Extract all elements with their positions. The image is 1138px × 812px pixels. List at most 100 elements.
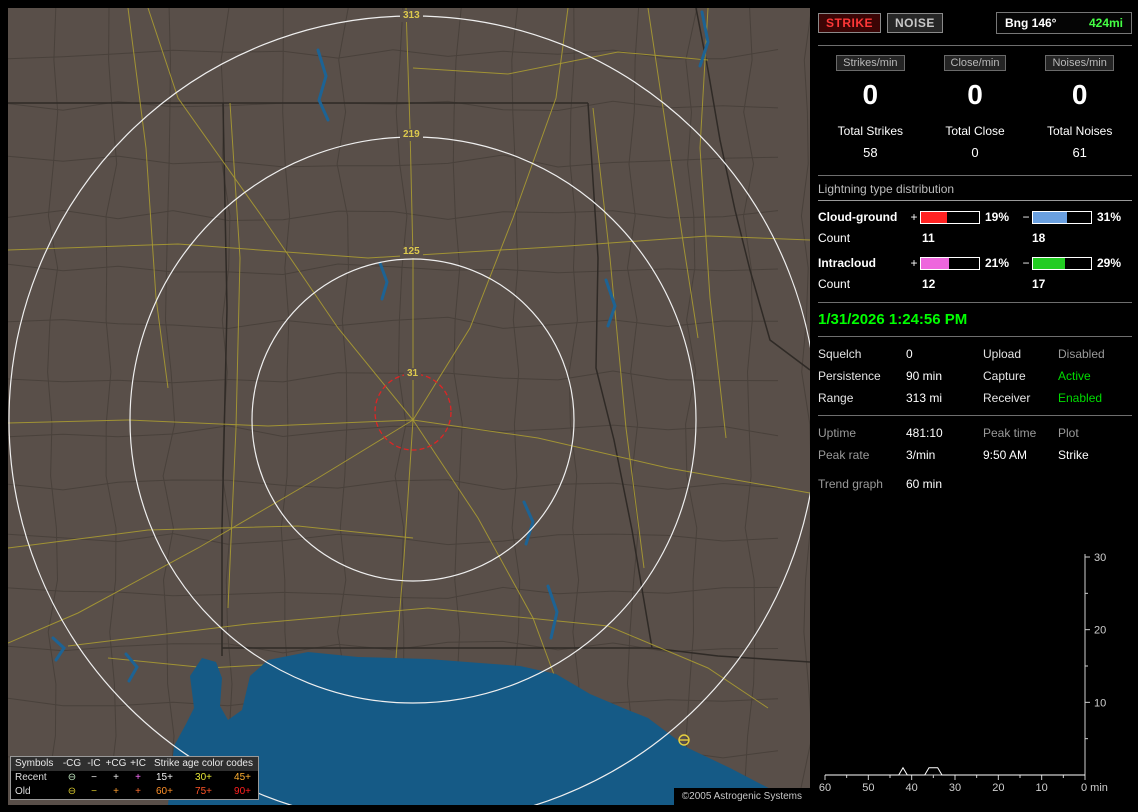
age-code: 60+ bbox=[156, 786, 173, 797]
svg-text:20: 20 bbox=[992, 782, 1004, 794]
plot-label: Plot bbox=[1058, 426, 1079, 440]
old-neg-ic-icon: − bbox=[91, 786, 97, 797]
trend-graph-row: Trend graph 60 min bbox=[818, 472, 1132, 496]
range-label: Range bbox=[818, 391, 854, 405]
svg-text:30: 30 bbox=[1094, 552, 1106, 564]
strikes-per-min-value: 0 bbox=[862, 79, 879, 110]
cloud-ground-count-row: Count 11 18 bbox=[818, 231, 1132, 245]
plus-sign: + bbox=[910, 256, 918, 270]
uptime-value: 481:10 bbox=[906, 426, 943, 440]
range-ring-label: 313 bbox=[400, 10, 423, 22]
status-panel: STRIKE NOISE Bng 146° 424mi Strikes/min … bbox=[818, 8, 1132, 805]
pos-cg-bar-fill bbox=[921, 211, 948, 223]
uptime-label: Uptime bbox=[818, 426, 857, 440]
rate-counters: Strikes/min 0 Total Strikes 58 Close/min… bbox=[818, 46, 1132, 175]
age-code: 75+ bbox=[195, 786, 212, 797]
range-setting-value: 313 mi bbox=[906, 391, 943, 405]
strike-mode-button[interactable]: STRIKE bbox=[818, 13, 882, 33]
upload-status: Disabled bbox=[1058, 347, 1105, 361]
cloud-ground-label: Cloud-ground bbox=[818, 210, 898, 224]
pos-ic-bar-fill bbox=[921, 257, 949, 269]
svg-text:10: 10 bbox=[1094, 697, 1106, 709]
minus-sign: − bbox=[1022, 256, 1030, 270]
age-code: 45+ bbox=[234, 772, 251, 783]
close-per-min-label: Close/min bbox=[943, 55, 1007, 71]
legend-row-label: Old bbox=[15, 786, 31, 797]
old-pos-cg-icon: + bbox=[113, 786, 119, 797]
count-label: Count bbox=[818, 231, 851, 245]
squelch-label: Squelch bbox=[818, 347, 862, 361]
bearing-range-readout: Bng 146° 424mi bbox=[996, 12, 1132, 34]
total-close-value: 0 bbox=[971, 145, 979, 160]
svg-text:30: 30 bbox=[949, 782, 961, 794]
total-strikes-label: Total Strikes bbox=[837, 124, 904, 138]
age-code: 90+ bbox=[234, 786, 251, 797]
lightning-map[interactable]: 313 219 125 31 Symbols -CG -IC +CG +IC S… bbox=[8, 8, 810, 805]
svg-text:10: 10 bbox=[1036, 782, 1048, 794]
capture-label: Capture bbox=[983, 369, 1026, 383]
svg-text:0 min: 0 min bbox=[1081, 782, 1108, 794]
noise-mode-button[interactable]: NOISE bbox=[887, 13, 943, 33]
neg-cg-count: 18 bbox=[1032, 231, 1046, 245]
map-legend: Symbols -CG -IC +CG +IC Strike age color… bbox=[10, 756, 259, 800]
noises-per-min-label: Noises/min bbox=[1045, 55, 1114, 71]
pos-cg-bar bbox=[920, 210, 980, 224]
recent-pos-cg-icon: + bbox=[113, 772, 119, 783]
neg-cg-bar-fill bbox=[1033, 211, 1067, 223]
noise-symbol-icon bbox=[678, 734, 690, 746]
trend-graph-window: 60 min bbox=[906, 477, 943, 491]
copyright-text: ©2005 Astrogenic Systems bbox=[673, 788, 810, 805]
bearing-value: Bng 146° bbox=[1005, 16, 1057, 30]
range-value: 424mi bbox=[1088, 16, 1123, 30]
svg-text:40: 40 bbox=[906, 782, 918, 794]
neg-ic-percent: 29% bbox=[1097, 256, 1122, 270]
intracloud-count-row: Count 12 17 bbox=[818, 277, 1132, 291]
age-code: 30+ bbox=[195, 772, 212, 783]
neg-cg-bar bbox=[1032, 210, 1092, 224]
close-per-min-value: 0 bbox=[967, 79, 983, 110]
neg-ic-count: 17 bbox=[1032, 277, 1046, 291]
plus-sign: + bbox=[910, 210, 918, 224]
recent-neg-cg-icon: ⊖ bbox=[67, 772, 77, 783]
old-neg-cg-icon: ⊖ bbox=[67, 786, 77, 797]
legend-symbols-header: Symbols bbox=[15, 758, 54, 769]
strikes-per-min-label: Strikes/min bbox=[836, 55, 905, 71]
svg-text:20: 20 bbox=[1094, 625, 1106, 637]
legend-col-pos-cg: +CG bbox=[105, 758, 127, 769]
peak-rate-value: 3/min bbox=[906, 448, 936, 462]
count-label: Count bbox=[818, 277, 851, 291]
pos-cg-count: 11 bbox=[922, 231, 935, 245]
neg-ic-bar-fill bbox=[1033, 257, 1066, 269]
pos-cg-percent: 19% bbox=[985, 210, 1010, 224]
gulf-of-mexico-water bbox=[168, 652, 810, 805]
upload-label: Upload bbox=[983, 347, 1022, 361]
total-noises-label: Total Noises bbox=[1046, 124, 1113, 138]
trend-graph-label: Trend graph bbox=[818, 477, 883, 491]
svg-text:50: 50 bbox=[862, 782, 874, 794]
datetime-readout: 1/31/2026 1:24:56 PM bbox=[818, 311, 968, 328]
intracloud-row: Intracloud + 21% − 29% bbox=[818, 256, 1132, 270]
plot-value: Strike bbox=[1058, 448, 1089, 462]
svg-text:60: 60 bbox=[819, 782, 831, 794]
old-pos-ic-icon: + bbox=[135, 786, 141, 797]
range-ring-label: 219 bbox=[400, 129, 423, 141]
peak-time-label: Peak time bbox=[983, 426, 1037, 440]
legend-col-pos-ic: +IC bbox=[130, 758, 146, 769]
neg-ic-bar bbox=[1032, 256, 1092, 270]
receiver-status: Enabled bbox=[1058, 391, 1103, 405]
pos-ic-percent: 21% bbox=[985, 256, 1010, 270]
peak-time-value: 9:50 AM bbox=[983, 448, 1028, 462]
range-ring-label: 31 bbox=[404, 368, 422, 380]
receiver-label: Receiver bbox=[983, 391, 1031, 405]
map-svg bbox=[8, 8, 810, 805]
pos-ic-bar bbox=[920, 256, 980, 270]
age-code: 15+ bbox=[156, 772, 173, 783]
neg-cg-percent: 31% bbox=[1097, 210, 1122, 224]
distribution-title: Lightning type distribution bbox=[818, 176, 1132, 201]
cloud-ground-row: Cloud-ground + 19% − 31% bbox=[818, 210, 1132, 224]
total-strikes-value: 58 bbox=[863, 145, 878, 160]
legend-age-header: Strike age color codes bbox=[154, 758, 253, 769]
trend-graph: 60 50 40 30 20 10 0 min 10 20 30 bbox=[819, 552, 1108, 794]
recent-pos-ic-icon: + bbox=[135, 772, 141, 783]
persistence-label: Persistence bbox=[818, 369, 881, 383]
